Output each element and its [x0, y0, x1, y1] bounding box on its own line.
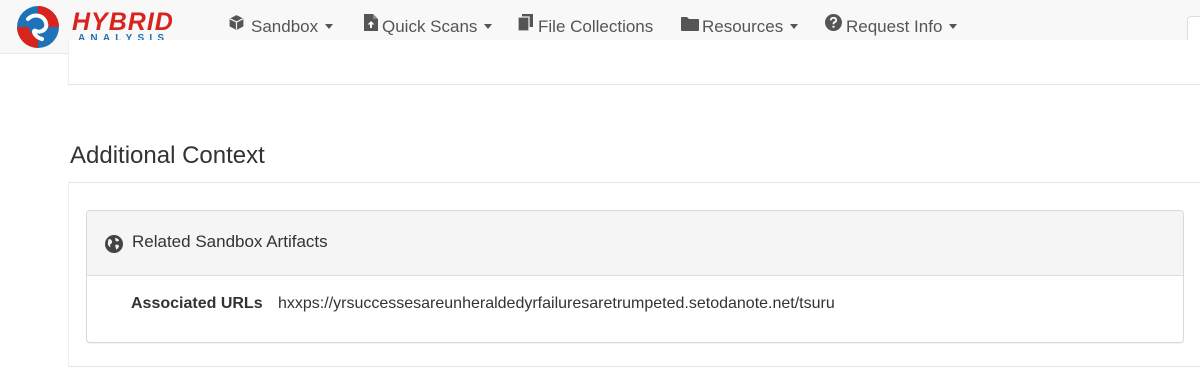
nav-sandbox-label: Sandbox — [251, 17, 319, 36]
section-title: Additional Context — [70, 142, 265, 169]
nav-request-info-label: Request Info — [846, 17, 943, 36]
chevron-down-icon — [325, 24, 334, 30]
chevron-down-icon — [949, 24, 958, 30]
globe-icon — [105, 235, 123, 258]
chevron-down-icon — [484, 24, 493, 30]
nav-resources-label: Resources — [702, 17, 784, 36]
nav-file-collections-label: File Collections — [538, 17, 654, 36]
associated-urls-label: Associated URLs — [131, 295, 263, 312]
card-header: Related Sandbox Artifacts — [87, 211, 1183, 276]
related-artifacts-card: Related Sandbox Artifacts Associated URL… — [86, 210, 1184, 343]
card-title: Related Sandbox Artifacts — [132, 232, 328, 251]
chevron-down-icon — [790, 24, 799, 30]
previous-panel — [68, 40, 1200, 85]
nav-quick-scans-label: Quick Scans — [382, 17, 478, 36]
logo-emblem-icon — [17, 6, 59, 48]
associated-url-value[interactable]: hxxps://yrsuccessesareunheraldedyrfailur… — [278, 295, 835, 313]
